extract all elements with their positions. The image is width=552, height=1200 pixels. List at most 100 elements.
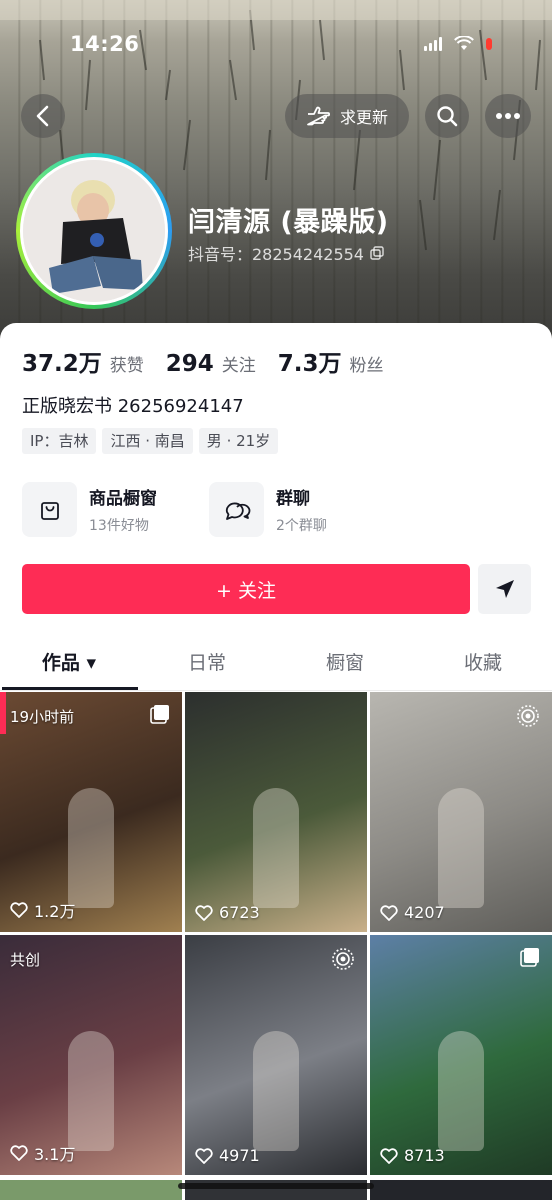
video-likes: 1.2万 [10,898,75,922]
video-likes: 3.1万 [10,1141,75,1165]
back-button[interactable] [21,94,65,138]
heart-icon [10,902,28,918]
group-chat-entry[interactable]: 群聊 2个群聊 [209,482,327,537]
send-button[interactable] [478,564,531,614]
chat-icon [209,482,264,537]
stat-value: 294 [165,351,214,377]
copy-icon[interactable] [370,246,384,260]
video-likes-count: 8713 [404,1146,445,1165]
tag-ip: IP：吉林 [22,428,97,454]
chevron-left-icon [36,105,49,127]
video-tile[interactable]: 8713 [370,935,552,1175]
shop-window-title: 商品橱窗 [89,489,157,509]
stat-label: 关注 [221,356,256,376]
multi-image-icon [520,947,540,971]
video-tile[interactable]: 4207 [370,692,552,932]
video-tile[interactable]: 6723 [185,692,367,932]
content-tabs: 作品 ▾ 日常 橱窗 收藏 [0,640,552,690]
thumbnail-figure [68,1031,114,1151]
multi-image-icon [150,704,170,728]
avatar-photo [23,160,165,302]
heart-icon [10,1145,28,1161]
video-likes-count: 4207 [404,903,445,922]
heart-icon [195,904,213,921]
video-likes-count: 6723 [219,903,260,922]
stat-value: 7.3万 [277,351,342,377]
thumbnail-figure [253,788,299,908]
follow-button[interactable]: + 关注 [22,564,470,614]
tag-location: 江西 · 南昌 [102,428,193,454]
more-button[interactable] [485,94,531,138]
stat-label: 获赞 [109,356,144,376]
video-tile[interactable]: 4971 [185,935,367,1175]
video-tile-peek[interactable] [0,1180,182,1200]
stat-followers[interactable]: 7.3万 粉丝 [278,344,384,378]
video-likes: 6723 [195,903,260,922]
profile-name: 闫清源 (暴躁版) [188,207,389,238]
video-thumbnail [370,935,552,1175]
video-tile-peek[interactable] [370,1180,552,1200]
douyin-id-text: 抖音号：28254242554 [188,245,364,264]
heart-icon [195,1147,213,1164]
video-badge: 19小时前 [10,708,75,726]
video-likes-count: 3.1万 [34,1145,76,1164]
profile-bio: 正版晓宏书 26256924147 [22,396,244,417]
heart-icon [380,904,398,921]
request-update-button[interactable]: 求更新 [285,94,409,138]
request-update-label: 求更新 [339,108,388,127]
avatar-ring[interactable] [16,153,172,309]
send-icon [495,580,514,598]
recording-indicator [486,37,492,50]
video-thumbnail [0,692,182,932]
tab-favorites[interactable]: 收藏 [414,640,552,690]
group-chat-subtitle: 2个群聊 [276,518,327,534]
douyin-id[interactable]: 抖音号：28254242554 [188,241,384,265]
status-time: 14:26 [70,32,140,56]
stat-following[interactable]: 294 关注 [166,351,256,377]
thumbnail-figure [253,1031,299,1151]
live-photo-icon [331,947,355,975]
video-thumbnail [0,935,182,1175]
thumbnail-figure [438,1031,484,1151]
pin-marker [0,692,6,734]
tab-shop-window[interactable]: 橱窗 [276,640,414,690]
heart-icon [380,1147,398,1164]
video-grid: 19小时前 1.2万 6723 4207 共创 3.1万 4971 8713 [0,692,552,1175]
video-thumbnail [185,692,367,932]
tab-daily[interactable]: 日常 [138,640,276,690]
video-likes-count: 1.2万 [34,902,76,921]
profile-stats: 37.2万 获赞 294 关注 7.3万 粉丝 [22,344,406,378]
bag-icon [22,482,77,537]
status-bar: 14:26 [0,30,552,60]
stat-value: 37.2万 [22,351,102,377]
more-dots-icon [496,113,520,119]
thumbnail-figure [68,788,114,908]
video-likes: 8713 [380,1146,445,1165]
video-likes: 4207 [380,903,445,922]
follow-button-label: + 关注 [216,579,276,602]
shop-window-subtitle: 13件好物 [89,518,149,534]
tabs-divider [0,690,552,691]
home-indicator [178,1183,374,1189]
signal-icon [424,36,442,51]
video-tile[interactable]: 19小时前 1.2万 [0,692,182,932]
video-tile[interactable]: 共创 3.1万 [0,935,182,1175]
video-likes: 4971 [195,1146,260,1165]
stat-label: 粉丝 [349,356,384,376]
tab-works[interactable]: 作品 ▾ [0,640,138,690]
status-system-icons [424,36,492,51]
profile-tags: IP：吉林 江西 · 南昌 男 · 21岁 [22,428,279,454]
stat-likes[interactable]: 37.2万 获赞 [22,344,144,378]
tag-gender-age: 男 · 21岁 [198,428,279,454]
search-button[interactable] [425,94,469,138]
search-icon [437,106,458,127]
video-likes-count: 4971 [219,1146,260,1165]
avatar [20,157,168,305]
wifi-icon [454,36,474,50]
shop-window-entry[interactable]: 商品橱窗 13件好物 [22,482,157,537]
group-chat-title: 群聊 [276,489,310,509]
live-photo-icon [516,704,540,732]
thumbnail-figure [438,788,484,908]
co-creation-badge: 共创 [10,951,41,969]
pointing-hand-icon [307,106,330,126]
